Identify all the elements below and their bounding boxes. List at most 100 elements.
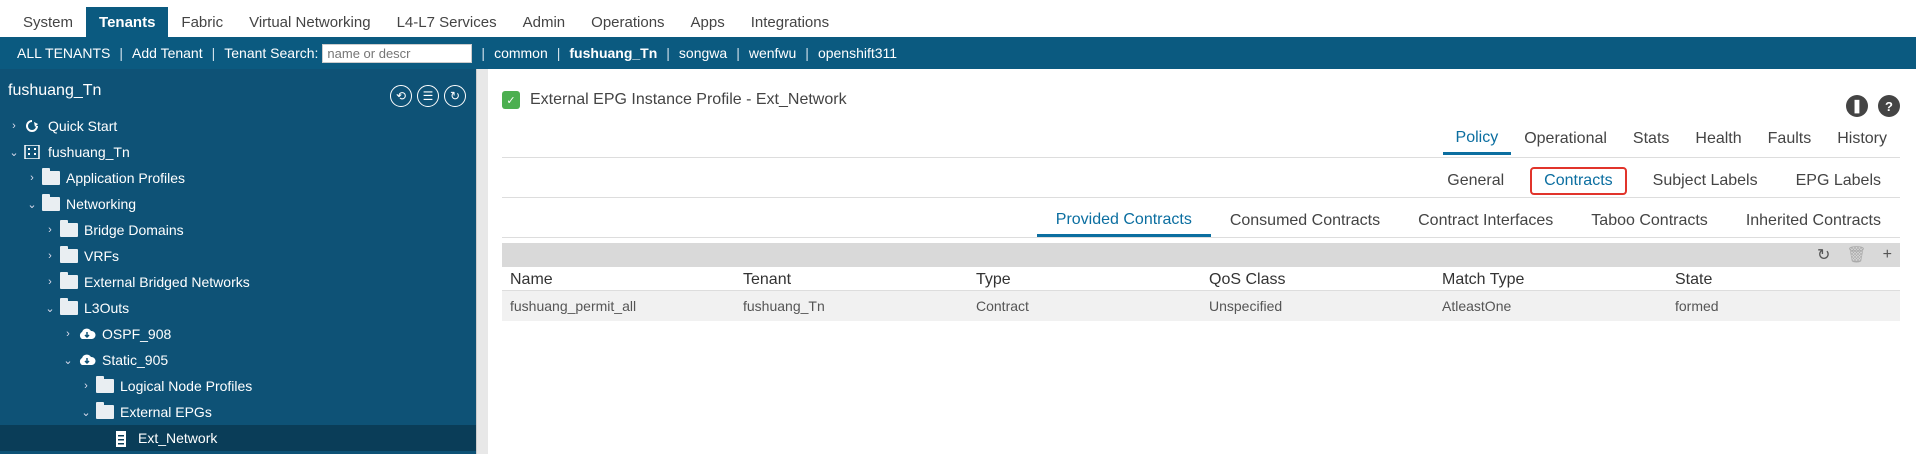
tab-admin[interactable]: Admin bbox=[510, 7, 579, 37]
column-header-state[interactable]: State bbox=[1667, 271, 1900, 289]
tree-item-ospf-908[interactable]: › OSPF_908 bbox=[0, 321, 476, 347]
tree-item-application-profiles[interactable]: › Application Profiles bbox=[0, 165, 476, 191]
chevron-down-icon[interactable]: ⌄ bbox=[62, 354, 74, 367]
tree-item-l3outs[interactable]: ⌄ L3Outs bbox=[0, 295, 476, 321]
chevron-right-icon[interactable]: › bbox=[26, 172, 38, 184]
tab-inherited-contracts[interactable]: Inherited Contracts bbox=[1727, 205, 1900, 237]
tree-item-logical-node-profiles[interactable]: › Logical Node Profiles bbox=[0, 373, 476, 399]
tree-item-networking[interactable]: ⌄ Networking bbox=[0, 191, 476, 217]
tenant-link-fushuang[interactable]: fushuang_Tn bbox=[560, 45, 666, 61]
tree-item-vrfs[interactable]: › VRFs bbox=[0, 243, 476, 269]
chevron-down-icon[interactable]: ⌄ bbox=[8, 146, 20, 159]
tree-item-quick-start[interactable]: › Quick Start bbox=[0, 113, 476, 139]
tenant-link-songwa[interactable]: songwa bbox=[670, 45, 736, 61]
column-header-type[interactable]: Type bbox=[968, 271, 1201, 289]
pane-splitter[interactable] bbox=[476, 69, 488, 454]
chevron-down-icon[interactable]: ⌄ bbox=[44, 302, 56, 315]
top-navigation: System Tenants Fabric Virtual Networking… bbox=[0, 0, 1916, 37]
contract-tabs: Provided Contracts Consumed Contracts Co… bbox=[1036, 205, 1900, 237]
tenant-search-input[interactable] bbox=[322, 43, 473, 63]
column-header-qos-class[interactable]: QoS Class bbox=[1201, 271, 1434, 289]
tree-item-label: Logical Node Profiles bbox=[120, 378, 253, 394]
tree-item-label: OSPF_908 bbox=[102, 326, 172, 342]
tab-taboo-contracts[interactable]: Taboo Contracts bbox=[1572, 205, 1727, 237]
chevron-right-icon[interactable]: › bbox=[44, 250, 56, 262]
tab-health[interactable]: Health bbox=[1682, 123, 1754, 155]
table-header: Name Tenant Type QoS Class Match Type St… bbox=[502, 269, 1900, 291]
chevron-right-icon[interactable]: › bbox=[44, 276, 56, 288]
tree-item-tenant[interactable]: ⌄ fushuang_Tn bbox=[0, 139, 476, 165]
tab-history[interactable]: History bbox=[1824, 123, 1900, 155]
tab-stats[interactable]: Stats bbox=[1620, 123, 1682, 155]
separator: | bbox=[481, 45, 486, 61]
tab-system[interactable]: System bbox=[10, 7, 86, 37]
cell-type: Contract bbox=[976, 298, 1029, 314]
chevron-down-icon[interactable]: ⌄ bbox=[80, 406, 92, 419]
chevron-down-icon[interactable]: ⌄ bbox=[26, 198, 38, 211]
tab-integrations[interactable]: Integrations bbox=[738, 7, 842, 37]
contracts-table: Name Tenant Type QoS Class Match Type St… bbox=[502, 269, 1900, 321]
folder-icon bbox=[60, 246, 78, 263]
chevron-right-icon[interactable]: › bbox=[80, 380, 92, 392]
chevron-right-icon[interactable]: › bbox=[62, 328, 74, 340]
navigation-sidebar: fushuang_Tn ⟲ ☰ ↻ › Quick Start ⌄ fushua… bbox=[0, 69, 476, 454]
refresh-icon[interactable]: ↻ bbox=[444, 85, 466, 107]
tab-consumed-contracts[interactable]: Consumed Contracts bbox=[1211, 205, 1399, 237]
folder-icon bbox=[60, 220, 78, 237]
tab-contracts[interactable]: Contracts bbox=[1530, 167, 1627, 195]
trash-icon[interactable]: 🗑 bbox=[1846, 245, 1866, 265]
list-filter-icon[interactable]: ☰ bbox=[417, 85, 439, 107]
timer-icon[interactable]: ⟲ bbox=[390, 85, 412, 107]
cell-name: fushuang_permit_all bbox=[510, 298, 637, 314]
column-header-tenant[interactable]: Tenant bbox=[735, 271, 968, 289]
cell-match-type: AtleastOne bbox=[1442, 298, 1512, 314]
help-icon[interactable]: ? bbox=[1878, 95, 1900, 117]
tenant-link-openshift311[interactable]: openshift311 bbox=[809, 45, 906, 61]
column-header-match-type[interactable]: Match Type bbox=[1434, 271, 1667, 289]
tab-policy[interactable]: Policy bbox=[1442, 123, 1512, 155]
tab-operations[interactable]: Operations bbox=[578, 7, 677, 37]
quick-start-icon bbox=[24, 119, 42, 133]
tree-item-ext-network[interactable]: Ext_Network bbox=[0, 425, 476, 451]
page-title: ✓ External EPG Instance Profile - Ext_Ne… bbox=[502, 91, 847, 109]
tree-item-external-epgs[interactable]: ⌄ External EPGs bbox=[0, 399, 476, 425]
tree-item-label: fushuang_Tn bbox=[48, 144, 130, 160]
tree-item-bridge-domains[interactable]: › Bridge Domains bbox=[0, 217, 476, 243]
tree-item-label: Quick Start bbox=[48, 118, 118, 134]
tree-item-label: Ext_Network bbox=[138, 430, 218, 446]
all-tenants-link[interactable]: ALL TENANTS bbox=[8, 45, 119, 61]
page-title-text: External EPG Instance Profile - Ext_Netw… bbox=[530, 91, 847, 108]
tree-item-external-bridged-networks[interactable]: › External Bridged Networks bbox=[0, 269, 476, 295]
tab-general[interactable]: General bbox=[1428, 165, 1523, 197]
main-panel: ✓ External EPG Instance Profile - Ext_Ne… bbox=[490, 69, 1916, 454]
tab-faults[interactable]: Faults bbox=[1755, 123, 1825, 155]
add-icon[interactable]: + bbox=[1883, 246, 1892, 264]
chevron-right-icon[interactable]: › bbox=[8, 120, 20, 132]
tenant-link-common[interactable]: common bbox=[485, 45, 557, 61]
tab-contract-interfaces[interactable]: Contract Interfaces bbox=[1399, 205, 1572, 237]
refresh-icon[interactable]: ↻ bbox=[1817, 245, 1830, 265]
tab-provided-contracts[interactable]: Provided Contracts bbox=[1036, 205, 1211, 237]
tab-tenants[interactable]: Tenants bbox=[86, 7, 169, 37]
folder-icon bbox=[60, 298, 78, 315]
tab-l4-l7-services[interactable]: L4-L7 Services bbox=[384, 7, 510, 37]
tab-epg-labels[interactable]: EPG Labels bbox=[1777, 165, 1900, 197]
tenant-link-wenfwu[interactable]: wenfwu bbox=[740, 45, 805, 61]
column-header-name[interactable]: Name bbox=[502, 271, 735, 289]
tab-subject-labels[interactable]: Subject Labels bbox=[1634, 165, 1777, 197]
folder-icon bbox=[96, 402, 114, 419]
chevron-right-icon[interactable]: › bbox=[44, 224, 56, 236]
tab-fabric[interactable]: Fabric bbox=[168, 7, 236, 37]
tenant-bar: ALL TENANTS | Add Tenant | Tenant Search… bbox=[0, 37, 1916, 69]
table-row[interactable]: fushuang_permit_all fushuang_Tn Contract… bbox=[502, 291, 1900, 321]
tree-item-static-905[interactable]: ⌄ Static_905 bbox=[0, 347, 476, 373]
cloud-icon bbox=[78, 353, 96, 367]
primary-tabs: Policy Operational Stats Health Faults H… bbox=[1442, 123, 1900, 155]
sidebar-actions: ⟲ ☰ ↻ bbox=[390, 85, 466, 107]
folder-icon bbox=[42, 168, 60, 185]
bookmark-icon[interactable]: ❚ bbox=[1846, 95, 1868, 117]
tab-operational[interactable]: Operational bbox=[1511, 123, 1620, 155]
tab-apps[interactable]: Apps bbox=[678, 7, 738, 37]
tab-virtual-networking[interactable]: Virtual Networking bbox=[236, 7, 383, 37]
add-tenant-link[interactable]: Add Tenant bbox=[123, 45, 212, 61]
